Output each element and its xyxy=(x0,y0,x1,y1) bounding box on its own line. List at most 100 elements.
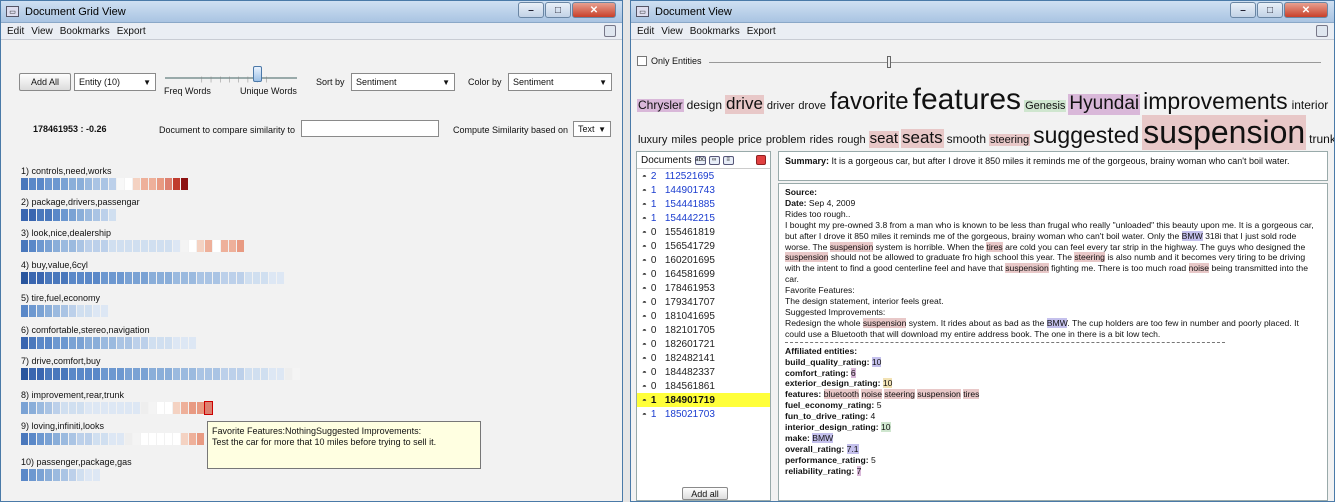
cloud-word[interactable]: driver xyxy=(766,100,796,112)
eye-icon[interactable]: ◓ xyxy=(642,200,647,209)
document-cell[interactable] xyxy=(77,368,84,380)
document-cell[interactable] xyxy=(101,272,108,284)
document-cell[interactable] xyxy=(37,402,44,414)
document-cell[interactable] xyxy=(141,433,148,445)
menu-edit[interactable]: Edit xyxy=(7,26,24,37)
document-cell[interactable] xyxy=(37,305,44,317)
document-cell[interactable] xyxy=(69,337,76,349)
eye-icon[interactable]: ◓ xyxy=(642,340,647,349)
document-cell[interactable] xyxy=(37,178,44,190)
document-cell[interactable] xyxy=(189,433,196,445)
document-cell[interactable] xyxy=(269,272,276,284)
document-list-item[interactable]: ◓ 0 155461819 xyxy=(637,225,770,239)
document-cell[interactable] xyxy=(133,272,140,284)
document-cell[interactable] xyxy=(37,209,44,221)
document-cell[interactable] xyxy=(53,433,60,445)
eye-icon[interactable]: ◓ xyxy=(642,312,647,321)
document-list-item[interactable]: ◓ 0 184482337 xyxy=(637,365,770,379)
document-cell[interactable] xyxy=(237,240,244,252)
document-cell[interactable] xyxy=(149,433,156,445)
list-icon[interactable]: ≡ xyxy=(722,155,734,165)
document-cell[interactable] xyxy=(93,368,100,380)
document-cell[interactable] xyxy=(109,272,116,284)
cloud-word[interactable]: steering xyxy=(989,134,1031,147)
cloud-word[interactable]: Hyundai xyxy=(1068,93,1141,115)
document-cell[interactable] xyxy=(197,433,204,445)
document-cell[interactable] xyxy=(85,337,92,349)
document-cell[interactable] xyxy=(141,272,148,284)
document-cell[interactable] xyxy=(45,469,52,481)
document-cell[interactable] xyxy=(173,337,180,349)
document-cell[interactable] xyxy=(133,240,140,252)
document-cell[interactable] xyxy=(117,433,124,445)
eye-icon[interactable]: ◓ xyxy=(642,270,647,279)
cloud-word[interactable]: suspension xyxy=(1142,114,1307,151)
document-cell[interactable] xyxy=(133,368,140,380)
document-cell[interactable] xyxy=(85,209,92,221)
document-cell[interactable] xyxy=(117,337,124,349)
document-cell[interactable] xyxy=(69,272,76,284)
slider-knob[interactable] xyxy=(253,66,262,82)
document-cell[interactable] xyxy=(85,178,92,190)
document-cell[interactable] xyxy=(277,368,284,380)
document-cell[interactable] xyxy=(61,337,68,349)
document-cell[interactable] xyxy=(181,178,188,190)
document-cell[interactable] xyxy=(101,337,108,349)
topic-row[interactable]: 8) improvement,rear,trunk xyxy=(21,390,213,415)
document-cell[interactable] xyxy=(204,401,213,415)
document-cell[interactable] xyxy=(221,240,228,252)
document-cell[interactable] xyxy=(85,368,92,380)
document-cell[interactable] xyxy=(53,272,60,284)
document-cell[interactable] xyxy=(93,178,100,190)
document-cell[interactable] xyxy=(77,305,84,317)
eye-icon[interactable]: ◓ xyxy=(642,382,647,391)
document-cell[interactable] xyxy=(181,368,188,380)
document-cell[interactable] xyxy=(53,240,60,252)
cloud-word[interactable]: smooth xyxy=(946,132,987,146)
minimize-button[interactable]: – xyxy=(1230,2,1256,18)
eye-icon[interactable]: ◓ xyxy=(642,396,647,405)
document-cell[interactable] xyxy=(125,337,132,349)
topic-row[interactable]: 7) drive,comfort,buy xyxy=(21,356,301,380)
document-list-item[interactable]: ◓ 1 154442215 xyxy=(637,211,770,225)
maximize-button[interactable]: □ xyxy=(545,2,571,18)
document-cell[interactable] xyxy=(93,402,100,414)
document-cell[interactable] xyxy=(165,402,172,414)
document-list-item[interactable]: ◓ 2 112521695 xyxy=(637,169,770,183)
document-cell[interactable] xyxy=(29,368,36,380)
document-cell[interactable] xyxy=(45,272,52,284)
document-cell[interactable] xyxy=(69,178,76,190)
cloud-word[interactable]: rough xyxy=(837,134,867,146)
document-cell[interactable] xyxy=(69,469,76,481)
document-cell[interactable] xyxy=(45,240,52,252)
document-cell[interactable] xyxy=(69,209,76,221)
cloud-word[interactable]: favorite xyxy=(829,88,910,115)
document-cell[interactable] xyxy=(53,402,60,414)
view-titlebar[interactable]: ▭ Document View – □ ✕ xyxy=(631,1,1334,23)
cloud-word[interactable]: suggested xyxy=(1032,122,1140,148)
document-cell[interactable] xyxy=(117,368,124,380)
document-cell[interactable] xyxy=(181,337,188,349)
document-cell[interactable] xyxy=(125,178,132,190)
document-cell[interactable] xyxy=(261,368,268,380)
document-cell[interactable] xyxy=(157,433,164,445)
document-cell[interactable] xyxy=(173,433,180,445)
document-cell[interactable] xyxy=(77,272,84,284)
document-cell[interactable] xyxy=(197,240,204,252)
document-list-item[interactable]: ◓ 0 160201695 xyxy=(637,253,770,267)
eye-icon[interactable]: ◓ xyxy=(642,256,647,265)
eye-icon[interactable]: ◓ xyxy=(642,298,647,307)
document-cell[interactable] xyxy=(285,368,292,380)
document-cell[interactable] xyxy=(101,433,108,445)
document-cell[interactable] xyxy=(229,368,236,380)
document-list-item[interactable]: ◓ 0 184561861 xyxy=(637,379,770,393)
document-cell[interactable] xyxy=(109,337,116,349)
entity-dropdown[interactable]: Entity (10) ▼ xyxy=(74,73,156,91)
cloud-word[interactable]: Genesis xyxy=(1024,100,1067,113)
document-cell[interactable] xyxy=(85,433,92,445)
document-cell[interactable] xyxy=(85,272,92,284)
document-cell[interactable] xyxy=(101,240,108,252)
document-cell[interactable] xyxy=(141,240,148,252)
menu-view[interactable]: View xyxy=(31,26,53,37)
compare-input[interactable] xyxy=(301,120,439,137)
